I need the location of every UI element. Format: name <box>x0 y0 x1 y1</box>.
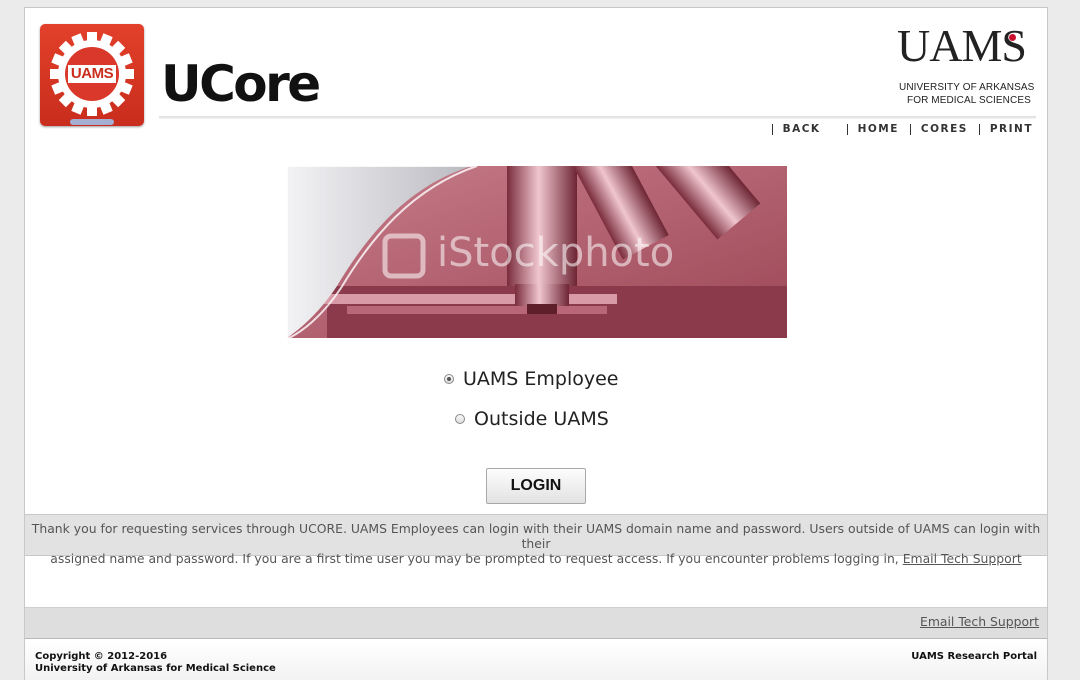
nav-cores-link[interactable]: CORES <box>909 124 968 135</box>
brand-subtitle-line1: UNIVERSITY OF ARKANSAS <box>899 82 1035 93</box>
portal-name: UAMS Research Portal <box>911 651 1037 662</box>
top-nav: BACK HOME CORES PRINT <box>771 124 1033 135</box>
info-message: Thank you for requesting services throug… <box>25 514 1047 566</box>
info-line-2-text: assigned name and password. If you are a… <box>50 551 899 566</box>
footer-email-tech-support-link[interactable]: Email Tech Support <box>920 614 1039 629</box>
login-button[interactable]: LOGIN <box>486 468 586 504</box>
copyright: Copyright © 2012-2016 University of Arka… <box>35 651 276 675</box>
copyright-line2: University of Arkansas for Medical Scien… <box>35 663 276 674</box>
outside-uams-label: Outside UAMS <box>474 408 609 430</box>
footer-bar: Email Tech Support <box>25 607 1047 639</box>
info-line-1: Thank you for requesting services throug… <box>31 521 1041 551</box>
email-tech-support-link[interactable]: Email Tech Support <box>903 551 1022 566</box>
ucore-logo[interactable]: UAMS <box>40 24 144 126</box>
page-container: UAMS UCore UAMS UNIVERSITY OF ARKANSAS F… <box>24 7 1048 680</box>
nav-home-link[interactable]: HOME <box>846 124 899 135</box>
nav-print-link[interactable]: PRINT <box>978 124 1033 135</box>
copyright-line1: Copyright © 2012-2016 <box>35 651 168 662</box>
info-line-2: assigned name and password. If you are a… <box>29 551 1043 566</box>
brand-dot <box>1009 34 1016 41</box>
outside-uams-option[interactable]: Outside UAMS <box>455 408 609 430</box>
app-title: UCore <box>161 55 321 113</box>
banner-watermark: iStockphoto <box>437 230 674 276</box>
uams-employee-option[interactable]: UAMS Employee <box>444 368 619 390</box>
uams-employee-radio[interactable] <box>444 374 454 384</box>
brand-subtitle-line2: FOR MEDICAL SCIENCES <box>907 95 1031 106</box>
nav-back-link[interactable]: BACK <box>771 124 821 135</box>
banner-image: iStockphoto <box>287 166 787 338</box>
header-divider <box>159 116 1036 119</box>
logo-glow <box>70 119 114 125</box>
uams-wordmark[interactable]: UAMS <box>897 23 1027 69</box>
outside-uams-radio[interactable] <box>455 414 465 424</box>
uams-employee-label: UAMS Employee <box>463 368 619 390</box>
logo-text: UAMS <box>70 65 114 82</box>
